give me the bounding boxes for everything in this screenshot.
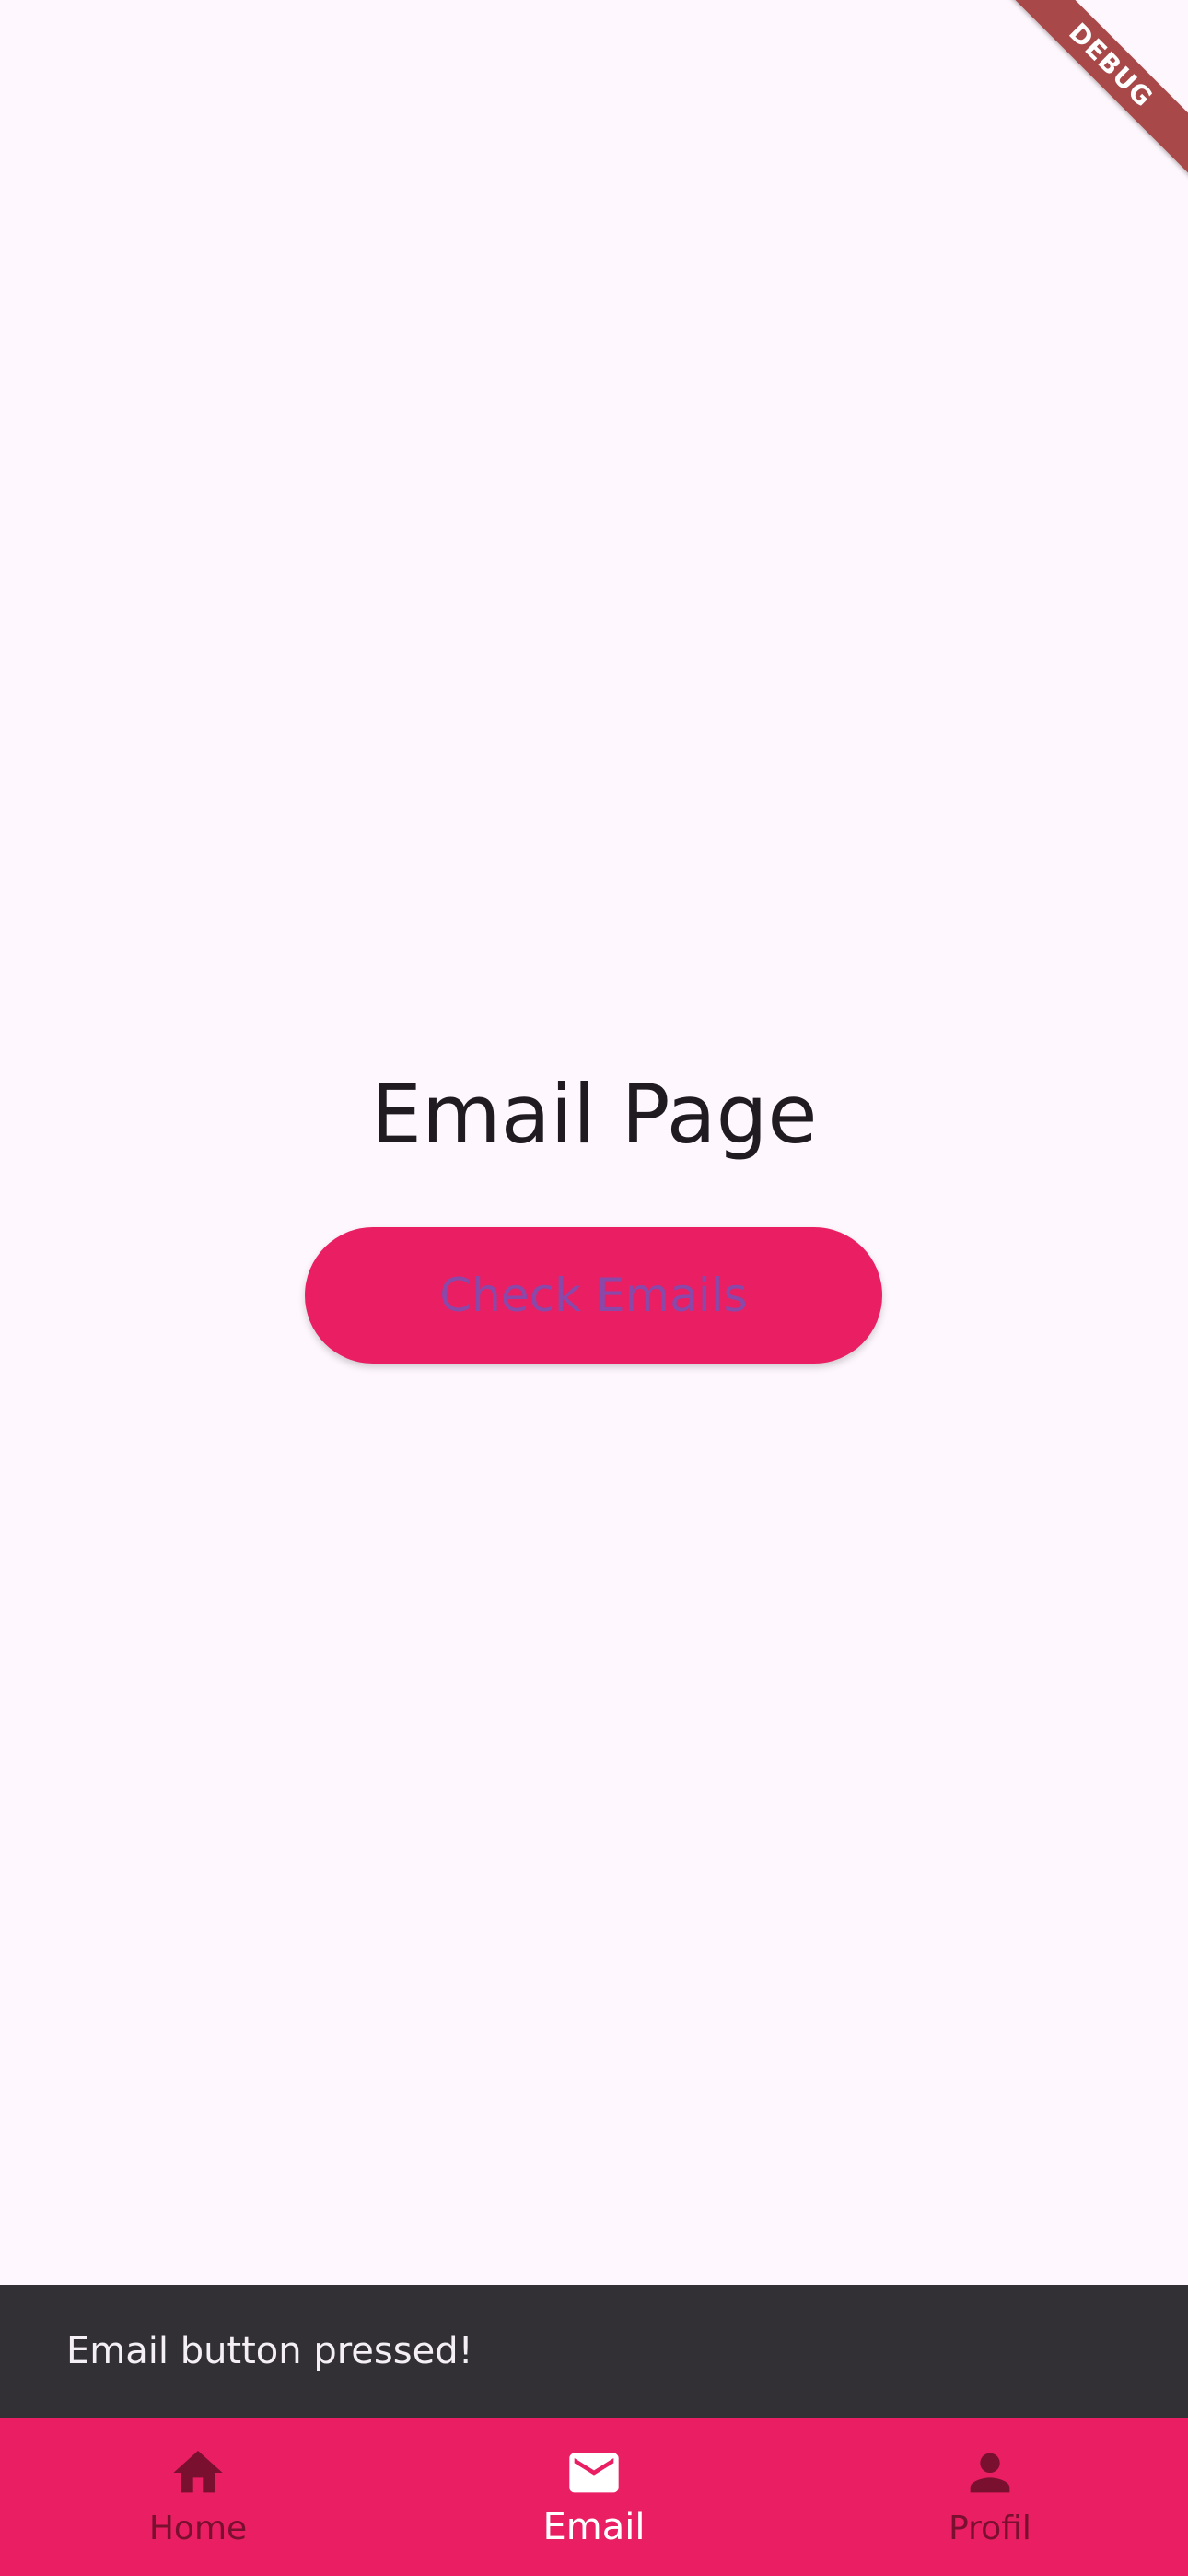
page-title: Email Page [370, 1067, 818, 1162]
snackbar: Email button pressed! [0, 2285, 1188, 2418]
nav-item-home[interactable]: Home [0, 2418, 396, 2576]
check-emails-button[interactable]: Check Emails [305, 1227, 882, 1364]
nav-label-email: Email [542, 2506, 646, 2548]
debug-banner: DEBUG [1004, 0, 1188, 184]
mail-icon [569, 2453, 619, 2493]
nav-item-email[interactable]: Email [396, 2418, 792, 2576]
nav-item-profil[interactable]: Profil [792, 2418, 1188, 2576]
nav-label-home: Home [148, 2510, 248, 2547]
snackbar-message: Email button pressed! [66, 2330, 473, 2372]
debug-label: DEBUG [1004, 0, 1188, 179]
home-icon [173, 2451, 223, 2493]
nav-label-profil: Profil [949, 2510, 1031, 2547]
app-screen: DEBUG Email Page Check Emails Email butt… [0, 0, 1188, 2576]
bottom-navigation-bar: Home Email Profil [0, 2418, 1188, 2576]
person-icon [970, 2453, 1010, 2493]
